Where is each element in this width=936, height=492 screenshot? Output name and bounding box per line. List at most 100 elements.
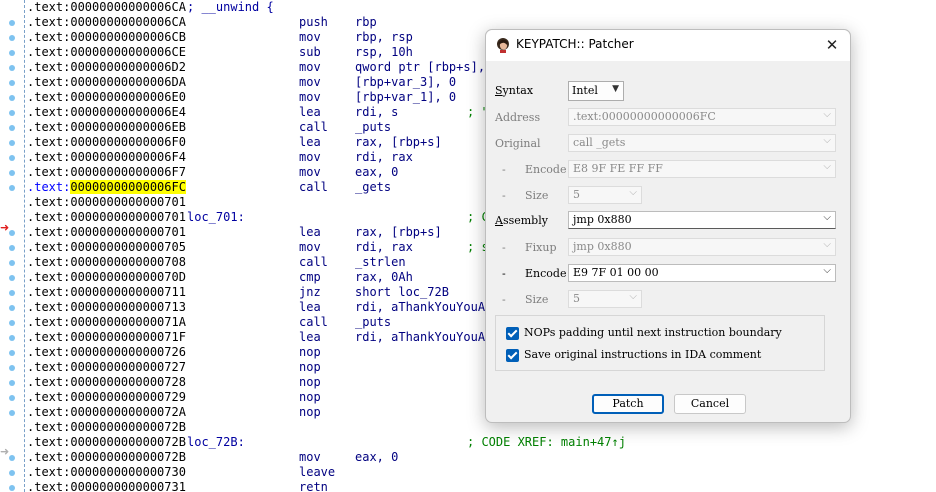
address-offset: 0000000000000730: [70, 465, 186, 479]
breakpoint-dot[interactable]: [9, 80, 15, 86]
dialog-titlebar[interactable]: KEYPATCH:: Patcher ✕: [486, 30, 850, 61]
segment-name: .text:: [27, 270, 71, 284]
breakpoint-dot[interactable]: [9, 335, 15, 341]
listing-mnemonic: mov: [299, 90, 321, 104]
listing-row[interactable]: .text:000000000000072B mov eax, 0: [27, 450, 936, 465]
breakpoint-dot[interactable]: [9, 320, 15, 326]
listing-address: .text:000000000000071F: [27, 330, 186, 345]
listing-mnemonic: nop: [299, 360, 321, 374]
breakpoint-dot[interactable]: [9, 470, 15, 476]
segment-name: .text:: [27, 165, 71, 179]
address-offset: 000000000000072B: [70, 420, 186, 434]
segment-name: .text:: [27, 210, 71, 224]
chevron-down-icon: ⌵: [823, 135, 831, 146]
listing-row[interactable]: .text:000000000000072B loc_72B: ; CODE XRE…: [27, 435, 936, 450]
listing-label: loc_72B:: [187, 435, 245, 449]
segment-name: .text:: [27, 420, 71, 434]
breakpoint-dot[interactable]: [9, 410, 15, 416]
listing-address: .text:00000000000006FC: [27, 180, 186, 195]
breakpoint-dot[interactable]: [9, 140, 15, 146]
cancel-button[interactable]: Cancel: [674, 394, 746, 414]
breakpoint-dot[interactable]: [9, 290, 15, 296]
listing-address: .text:0000000000000729: [27, 390, 186, 405]
listing-row[interactable]: .text:0000000000000731 retn: [27, 480, 936, 492]
listing-row[interactable]: .text:00000000000006CA; __unwind {: [27, 0, 936, 15]
breakpoint-dot[interactable]: [9, 95, 15, 101]
nops-padding-checkbox[interactable]: [506, 327, 519, 340]
original-encode-dash: -: [502, 163, 506, 176]
assembly-label-rest: ssembly: [502, 214, 548, 227]
listing-address: .text:00000000000006EB: [27, 120, 186, 135]
save-comment-label[interactable]: Save original instructions in IDA commen…: [524, 348, 761, 361]
chevron-down-icon: ▼: [612, 84, 619, 94]
breakpoint-dot[interactable]: [9, 155, 15, 161]
listing-operands: _strlen: [355, 255, 406, 269]
breakpoint-dot[interactable]: [9, 170, 15, 176]
breakpoint-dot[interactable]: [9, 395, 15, 401]
listing-address: .text:0000000000000713: [27, 300, 186, 315]
address-offset: 00000000000006F0: [70, 135, 186, 149]
chevron-down-icon[interactable]: ⌵: [823, 212, 831, 223]
breakpoint-dot[interactable]: [9, 125, 15, 131]
listing-mnemonic: mov: [299, 30, 321, 44]
listing-operands: eax, 0: [355, 165, 399, 179]
listing-label: loc_701:: [187, 210, 245, 224]
segment-name: .text:: [27, 255, 71, 269]
address-offset: 0000000000000701: [70, 225, 186, 239]
listing-address: .text:00000000000006CA: [27, 15, 186, 30]
listing-operands: [rbp+var_3], 0: [355, 75, 457, 89]
listing-mnemonic: call: [299, 120, 328, 134]
listing-operands: rax, [rbp+s]: [355, 225, 442, 239]
address-offset: 00000000000006CE: [70, 45, 186, 59]
options-group: NOPs padding until next instruction boun…: [495, 315, 825, 371]
syntax-label-rest: yntax: [502, 84, 534, 97]
encode-combo[interactable]: E9 7F 01 00 00 ⌵: [568, 264, 836, 282]
breakpoint-dot[interactable]: [9, 380, 15, 386]
listing-row[interactable]: .text:0000000000000730 leave: [27, 465, 936, 480]
chevron-down-icon: ⌵: [629, 291, 637, 302]
chevron-down-icon[interactable]: ⌵: [823, 265, 831, 276]
segment-name: .text:: [27, 300, 71, 314]
assembly-input[interactable]: jmp 0x880 ⌵: [568, 211, 836, 229]
fixup-combo: jmp 0x880 ⌵: [568, 238, 836, 256]
breakpoint-dot[interactable]: [9, 230, 15, 236]
breakpoint-dot[interactable]: [9, 185, 15, 191]
breakpoint-dot[interactable]: [9, 305, 15, 311]
syntax-select[interactable]: Intel ▼: [568, 81, 624, 101]
address-offset: 0000000000000727: [70, 360, 186, 374]
save-comment-checkbox[interactable]: [506, 349, 519, 362]
breakpoint-dot[interactable]: [9, 65, 15, 71]
original-label: Original: [495, 137, 541, 150]
keypatch-dialog: KEYPATCH:: Patcher ✕ Syntax Intel ▼ Addr…: [485, 29, 851, 423]
address-offset: 0000000000000728: [70, 375, 186, 389]
breakpoint-dot[interactable]: [9, 350, 15, 356]
close-button[interactable]: ✕: [820, 34, 844, 56]
breakpoint-dot[interactable]: [9, 365, 15, 371]
encode-label: Encode: [525, 267, 567, 280]
breakpoint-dot[interactable]: [9, 260, 15, 266]
breakpoint-dot[interactable]: [9, 50, 15, 56]
patch-button[interactable]: Patch: [592, 394, 664, 414]
breakpoint-dot[interactable]: [9, 245, 15, 251]
breakpoint-dot[interactable]: [9, 275, 15, 281]
breakpoint-dot[interactable]: [9, 35, 15, 41]
nops-padding-label[interactable]: NOPs padding until next instruction boun…: [524, 326, 782, 339]
size-combo: 5 ⌵: [568, 290, 642, 308]
listing-gutter: ➜ ➜: [0, 0, 26, 492]
breakpoint-dot[interactable]: [9, 485, 15, 491]
listing-operands: _puts: [355, 120, 392, 134]
listing-mnemonic: lea: [299, 330, 321, 344]
size-value: 5: [573, 292, 580, 305]
chevron-down-icon: ⌵: [823, 161, 831, 172]
fixup-dash: -: [502, 241, 506, 254]
listing-row[interactable]: .text:00000000000006CA push rbp: [27, 15, 936, 30]
address-offset: 00000000000006F7: [70, 165, 186, 179]
address-offset: 00000000000006E0: [70, 90, 186, 104]
listing-address: .text:000000000000072B: [27, 450, 186, 465]
breakpoint-dot[interactable]: [9, 20, 15, 26]
breakpoint-dot[interactable]: [9, 455, 15, 461]
listing-operands: [rbp+var_1], 0: [355, 90, 457, 104]
address-offset: 0000000000000708: [70, 255, 186, 269]
listing-address: .text:00000000000006DA: [27, 75, 186, 90]
breakpoint-dot[interactable]: [9, 110, 15, 116]
